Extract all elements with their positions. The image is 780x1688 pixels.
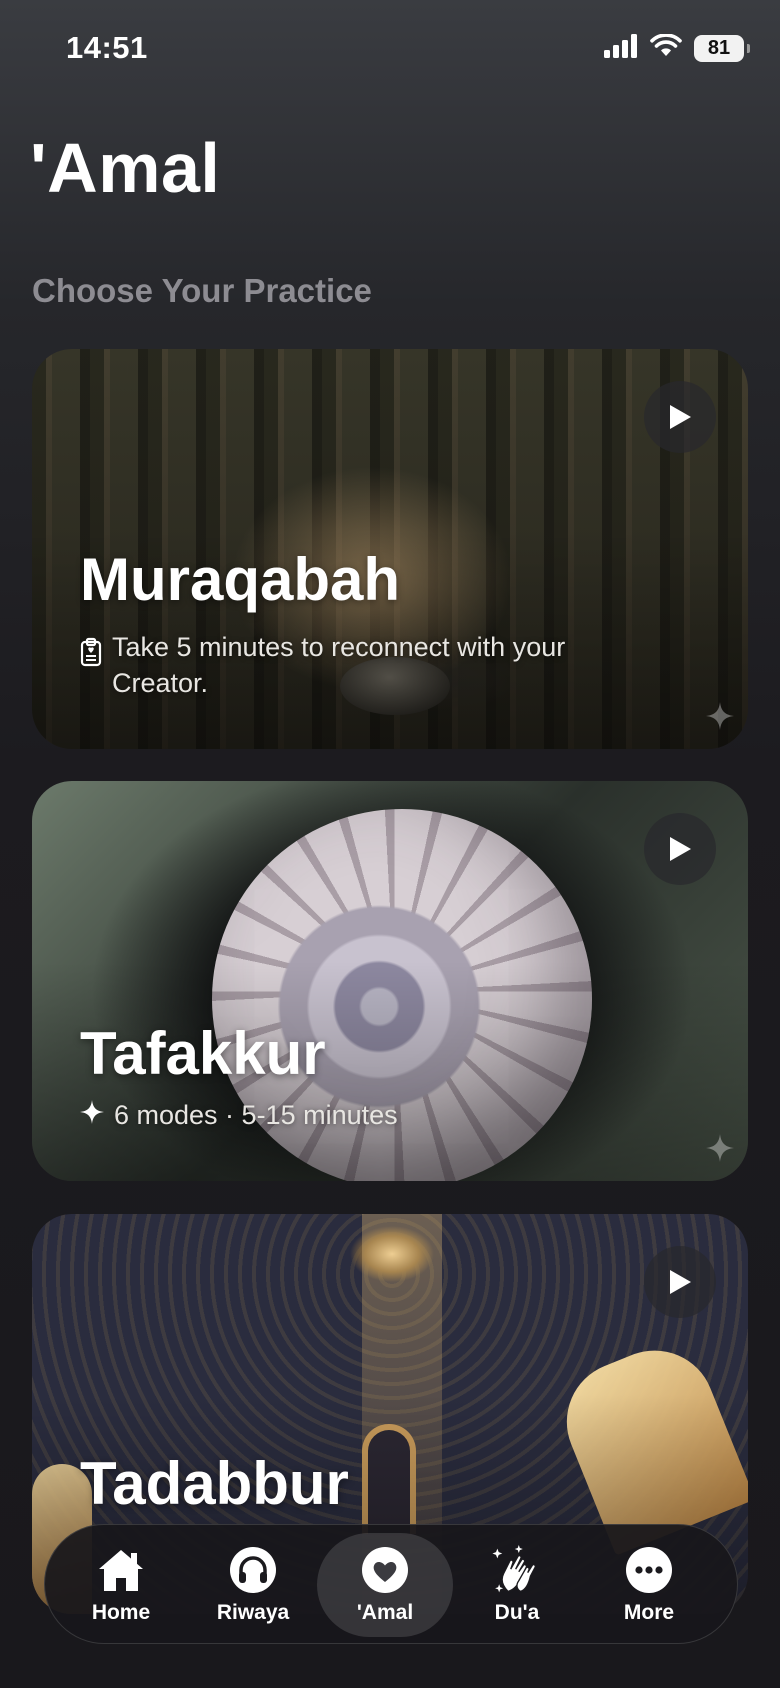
- sparkle-icon: [80, 1097, 104, 1133]
- play-icon: [670, 837, 691, 861]
- page-title: 'Amal: [30, 129, 221, 207]
- play-button[interactable]: [644, 1246, 716, 1318]
- more-icon: [624, 1545, 674, 1595]
- signal-icon: [604, 34, 638, 63]
- section-heading: Choose Your Practice: [32, 272, 372, 309]
- status-icons: 81: [604, 33, 750, 63]
- heart-icon: [360, 1545, 410, 1595]
- tab-more[interactable]: More: [581, 1533, 717, 1637]
- card-title: Tadabbur: [80, 1450, 349, 1517]
- play-button[interactable]: [644, 813, 716, 885]
- card-subtitle-text: Take 5 minutes to reconnect with your Cr…: [112, 632, 566, 698]
- play-button[interactable]: [644, 381, 716, 453]
- status-time: 14:51: [66, 30, 148, 65]
- play-icon: [670, 405, 691, 429]
- card-subtitle-text: 6 modes · 5-15 minutes: [114, 1100, 398, 1130]
- clapping-hands-icon: [492, 1545, 542, 1595]
- tab-riwaya[interactable]: Riwaya: [185, 1533, 321, 1637]
- clipboard-icon: [80, 637, 102, 676]
- card-subtitle: Take 5 minutes to reconnect with your Cr…: [80, 629, 640, 701]
- status-bar: 14:51 81: [0, 0, 780, 100]
- tab-amal[interactable]: 'Amal: [317, 1533, 453, 1637]
- card-subtitle: 6 modes · 5-15 minutes: [80, 1097, 398, 1133]
- practice-card-muraqabah[interactable]: Muraqabah Take 5 minutes to reconnect wi…: [32, 349, 748, 749]
- wifi-icon: [650, 33, 682, 63]
- tab-home[interactable]: Home: [53, 1533, 189, 1637]
- sparkle-icon: [706, 702, 734, 735]
- headphones-icon: [228, 1545, 278, 1595]
- sparkle-icon: [706, 1134, 734, 1167]
- battery-indicator: 81: [694, 35, 750, 62]
- play-icon: [670, 1270, 691, 1294]
- card-title: Tafakkur: [80, 1020, 326, 1087]
- tab-dua[interactable]: Du'a: [449, 1533, 585, 1637]
- card-title: Muraqabah: [80, 546, 401, 613]
- bottom-tab-bar: Home Riwaya 'Amal Du'a More: [44, 1524, 738, 1644]
- practice-card-tafakkur[interactable]: Tafakkur 6 modes · 5-15 minutes: [32, 781, 748, 1181]
- home-icon: [96, 1545, 146, 1595]
